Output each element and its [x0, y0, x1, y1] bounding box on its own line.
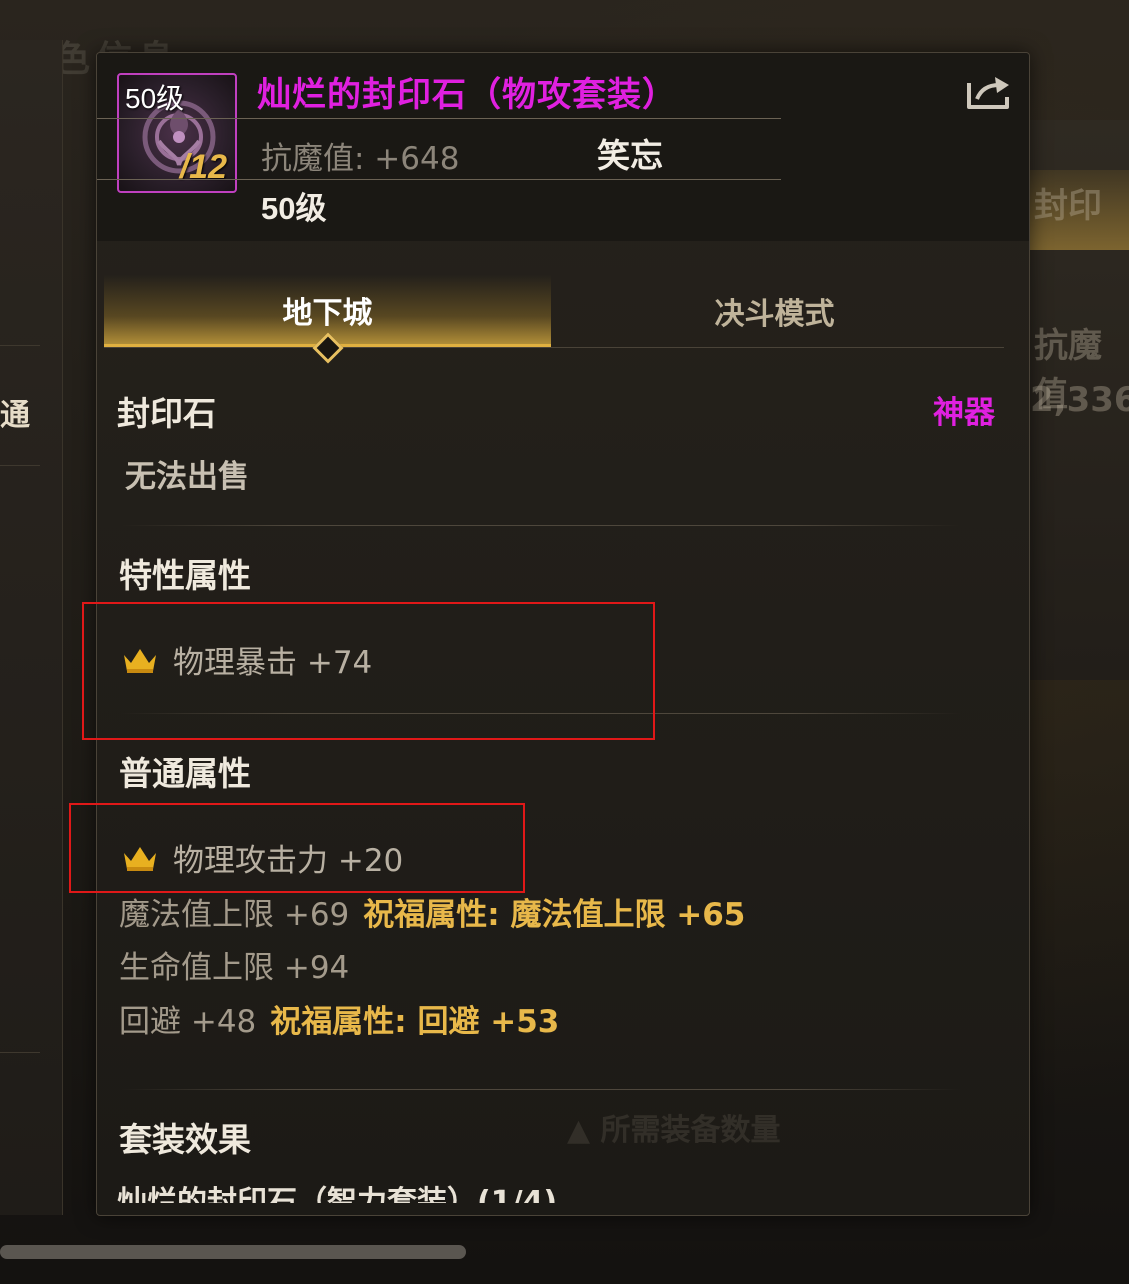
right-background-text: 2,336 [1030, 380, 1129, 420]
item-name: 灿烂的封印石（物攻套装） [257, 75, 677, 115]
right-background-text: 封印 [1034, 186, 1102, 226]
item-owner: 笑忘 [597, 136, 663, 175]
bless-stat-text: 祝福属性: 回避 +53 [270, 1004, 560, 1040]
stat-row: 回避 +48 祝福属性: 回避 +53 [119, 996, 559, 1041]
left-background-label: 通 [0, 398, 30, 433]
item-icon: 50级 /12 [117, 73, 237, 193]
set-section-title: 套装效果 [119, 1120, 251, 1159]
stat-text: 生命值上限 +94 [119, 950, 350, 986]
share-icon [967, 77, 1009, 109]
item-icon-level: 50级 [125, 83, 185, 114]
divider [121, 525, 961, 526]
sell-status: 无法出售 [125, 459, 249, 495]
left-divider [0, 345, 40, 346]
overlay-line [97, 179, 781, 180]
item-resist-value: 抗魔值: +648 [261, 141, 460, 177]
left-background-panel [0, 40, 63, 1215]
trait-section-title: 特性属性 [119, 556, 251, 595]
stat-row: 魔法值上限 +69 祝福属性: 魔法值上限 +65 [119, 889, 745, 934]
bless-stat-text: 祝福属性: 魔法值上限 +65 [363, 897, 746, 933]
tab-pvp[interactable]: 决斗模式 [551, 275, 998, 347]
item-rarity: 神器 [933, 395, 995, 431]
stat-text: 回避 +48 [119, 1004, 257, 1040]
left-divider [0, 465, 40, 466]
share-button[interactable] [963, 71, 1015, 113]
left-divider [0, 1052, 40, 1053]
divider [121, 1089, 961, 1090]
item-type: 封印石 [117, 394, 216, 433]
stat-row: 生命值上限 +94 [119, 942, 349, 987]
item-level: 50级 [261, 191, 327, 226]
stat-text: 魔法值上限 +69 [119, 897, 350, 933]
highlight-box [82, 602, 655, 740]
highlight-box [69, 803, 525, 893]
mode-tabs: 地下城 决斗模式 [104, 275, 1004, 364]
item-enhance-level: /12 [179, 148, 227, 186]
overlay-line [97, 118, 781, 119]
set-effect-name: 灿烂的封印石（智力套装）(1/4) [117, 1185, 558, 1203]
normal-section-title: 普通属性 [119, 754, 251, 793]
set-effect-blurred-text: ▲ 所需装备数量 [567, 1113, 781, 1148]
horizontal-scrollbar[interactable] [0, 1245, 466, 1259]
